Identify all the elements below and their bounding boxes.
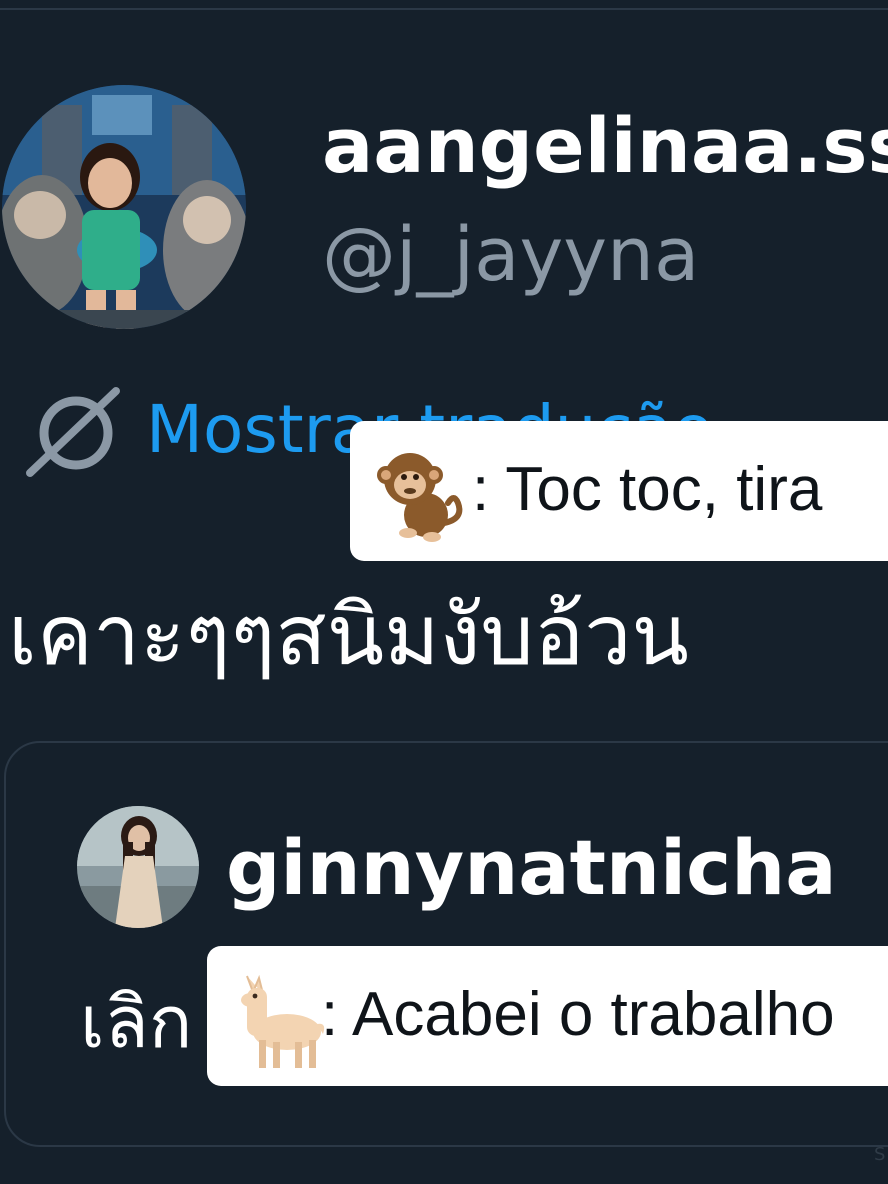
- monkey-emoji-icon: [377, 453, 463, 542]
- llama-emoji-icon: [241, 974, 325, 1068]
- caption-llama: : Acabei o trabalho: [207, 946, 888, 1086]
- author-avatar[interactable]: [2, 85, 246, 329]
- watermark: S: [874, 1144, 886, 1165]
- caption-monkey-text: : Toc toc, tira: [472, 455, 823, 524]
- screen: aangelinaa.ss @j_jayyna Mostrar tradução…: [0, 0, 888, 1184]
- caption-monkey: : Toc toc, tira: [350, 421, 888, 561]
- quoted-post-text: เลิก: [80, 980, 193, 1064]
- translate-globe-icon: [26, 387, 120, 477]
- top-divider: [0, 8, 888, 10]
- quoted-author-avatar[interactable]: [77, 806, 199, 928]
- quoted-post-card[interactable]: [4, 741, 888, 1147]
- author-handle[interactable]: @j_jayyna: [322, 218, 699, 292]
- post-text: เคาะๆๆสนิมงับอ้วน: [8, 586, 689, 684]
- quoted-author-display-name[interactable]: ginnynatnicha: [226, 830, 837, 906]
- author-avatar-image: [2, 85, 246, 329]
- quoted-author-avatar-image: [77, 806, 199, 928]
- author-display-name[interactable]: aangelinaa.ss: [322, 108, 888, 184]
- caption-llama-text: : Acabei o trabalho: [321, 980, 835, 1049]
